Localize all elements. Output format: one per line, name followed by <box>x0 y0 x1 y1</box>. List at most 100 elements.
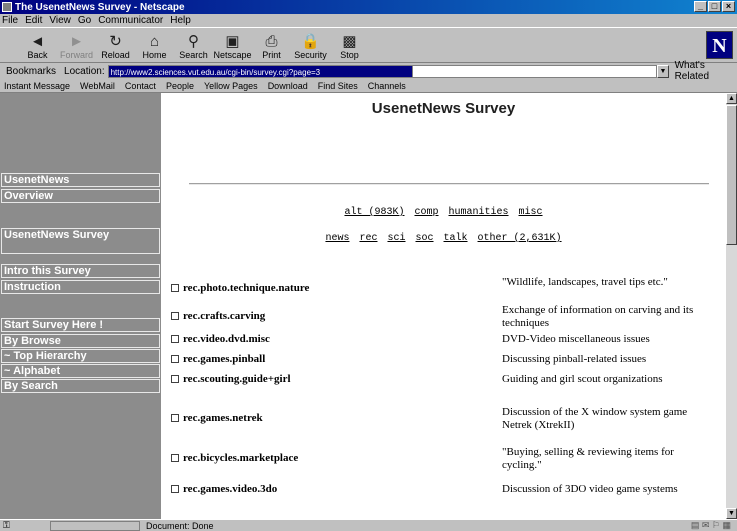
search-button[interactable]: ⚲ Search <box>174 28 213 62</box>
status-text: Document: Done <box>146 520 214 531</box>
progress-bar <box>50 520 140 531</box>
search-icon: ⚲ <box>188 33 199 50</box>
group-name: rec.games.pinball <box>183 353 266 365</box>
close-button[interactable]: × <box>722 1 735 12</box>
stop-icon: ▩ <box>342 33 357 50</box>
category-link-misc[interactable]: misc <box>519 207 543 218</box>
category-link-comp[interactable]: comp <box>414 207 438 218</box>
window-title: The UsenetNews Survey - Netscape <box>15 1 185 13</box>
component-bar-icons[interactable]: ▤ ✉ ⚐ ▦ <box>587 520 737 531</box>
group-checkbox[interactable] <box>171 355 179 363</box>
sidebar-item-usenetnews-survey[interactable]: UsenetNews Survey <box>1 228 160 254</box>
sidebar-item-alphabet[interactable]: ~ Alphabet <box>1 364 160 378</box>
personal-link-contact[interactable]: Contact <box>125 81 156 91</box>
group-description: "Wildlife, landscapes, travel tips etc." <box>502 276 668 288</box>
category-link-soc[interactable]: soc <box>416 233 434 244</box>
url-field[interactable]: http://www2.sciences.vut.edu.au/cgi-bin/… <box>107 64 414 78</box>
sidebar-item-top-hierarchy[interactable]: ~ Top Hierarchy <box>1 349 160 363</box>
sidebar-item-instruction[interactable]: Instruction <box>1 280 160 294</box>
scroll-thumb[interactable] <box>726 105 737 245</box>
vertical-scrollbar[interactable]: ▲ ▼ <box>726 93 737 519</box>
group-checkbox[interactable] <box>171 414 179 422</box>
category-link-humanities[interactable]: humanities <box>449 207 509 218</box>
netscape-logo[interactable]: N <box>706 31 733 59</box>
group-name: rec.video.dvd.misc <box>183 333 270 345</box>
sidebar-item-overview[interactable]: Overview <box>1 189 160 203</box>
menu-view[interactable]: View <box>49 15 71 26</box>
location-bar: Bookmarks Location: http://www2.sciences… <box>0 60 737 82</box>
group-row-label[interactable]: rec.photo.technique.nature <box>171 282 309 294</box>
group-row-label[interactable]: rec.games.pinball <box>171 353 265 365</box>
category-row-1: alt (983K) comp humanities misc <box>161 207 726 218</box>
group-checkbox[interactable] <box>171 454 179 462</box>
group-checkbox[interactable] <box>171 485 179 493</box>
minimize-button[interactable]: _ <box>694 1 707 12</box>
url-dropdown-button[interactable]: ▼ <box>657 64 669 78</box>
menu-go[interactable]: Go <box>78 15 91 26</box>
sidebar-item-by-search[interactable]: By Search <box>1 379 160 393</box>
group-name: rec.crafts.carving <box>183 310 266 322</box>
group-row-label[interactable]: rec.scouting.guide+girl <box>171 373 291 385</box>
stop-button[interactable]: ▩ Stop <box>330 28 369 62</box>
home-icon: ⌂ <box>149 33 160 50</box>
personal-link-yellow-pages[interactable]: Yellow Pages <box>204 81 258 91</box>
sidebar-item-by-browse[interactable]: By Browse <box>1 334 160 348</box>
category-link-alt[interactable]: alt (983K) <box>344 207 404 218</box>
security-status-icon[interactable]: ⚿ <box>0 520 50 531</box>
scroll-up-arrow-icon[interactable]: ▲ <box>726 93 737 104</box>
category-row-2: news rec sci soc talk other (2,631K) <box>161 233 726 244</box>
scroll-down-arrow-icon[interactable]: ▼ <box>726 508 737 519</box>
menu-communicator[interactable]: Communicator <box>98 15 163 26</box>
category-link-sci[interactable]: sci <box>387 233 405 244</box>
menu-edit[interactable]: Edit <box>25 15 42 26</box>
category-link-rec[interactable]: rec <box>359 233 377 244</box>
netscape-button[interactable]: ▣ Netscape <box>213 28 252 62</box>
print-button[interactable]: ⎙ Print <box>252 28 291 62</box>
group-name: rec.bicycles.marketplace <box>183 452 299 464</box>
group-checkbox[interactable] <box>171 375 179 383</box>
group-description: "Buying, selling & reviewing items for c… <box>502 446 674 471</box>
netscape-app-icon[interactable] <box>2 2 12 12</box>
personal-link-webmail[interactable]: WebMail <box>80 81 115 91</box>
personal-link-download[interactable]: Download <box>268 81 308 91</box>
group-checkbox[interactable] <box>171 284 179 292</box>
sidebar-item-usenetnews[interactable]: UsenetNews <box>1 173 160 187</box>
sidebar-item-start-survey-here[interactable]: Start Survey Here ! <box>1 318 160 332</box>
group-checkbox[interactable] <box>171 312 179 320</box>
security-lock-icon: 🔒 <box>301 33 320 50</box>
home-button[interactable]: ⌂ Home <box>135 28 174 62</box>
url-field-blank[interactable] <box>413 64 658 78</box>
toolbar-button-label: Forward <box>59 50 93 60</box>
sidebar-item-intro-this-survey[interactable]: Intro this Survey <box>1 264 160 278</box>
bookmarks-button[interactable]: Bookmarks <box>6 66 56 77</box>
menu-file[interactable]: File <box>2 15 18 26</box>
security-button[interactable]: 🔒 Security <box>291 28 330 62</box>
group-name: rec.scouting.guide+girl <box>183 373 291 385</box>
page-title: UsenetNews Survey <box>371 100 516 117</box>
back-button[interactable]: ◄ Back <box>18 28 57 62</box>
reload-icon: ↻ <box>109 33 122 50</box>
maximize-button[interactable]: □ <box>708 1 721 12</box>
category-link-other[interactable]: other (2,631K) <box>478 233 562 244</box>
personal-link-people[interactable]: People <box>166 81 194 91</box>
personal-link-channels[interactable]: Channels <box>368 81 406 91</box>
title-bar[interactable]: The UsenetNews Survey - Netscape _ □ × <box>0 0 737 14</box>
group-row-label[interactable]: rec.bicycles.marketplace <box>171 452 298 464</box>
reload-button[interactable]: ↻ Reload <box>96 28 135 62</box>
group-description: Exchange of information on carving and i… <box>502 304 694 329</box>
group-row-label[interactable]: rec.games.netrek <box>171 412 263 424</box>
menu-help[interactable]: Help <box>170 15 191 26</box>
print-icon: ⎙ <box>265 33 278 50</box>
personal-link-find-sites[interactable]: Find Sites <box>318 81 358 91</box>
toolbar-button-label: Reload <box>101 50 130 60</box>
group-description: Discussion of the X window system game N… <box>502 406 688 431</box>
personal-link-instant-message[interactable]: Instant Message <box>4 81 70 91</box>
group-row-label[interactable]: rec.games.video.3do <box>171 483 277 495</box>
category-link-news[interactable]: news <box>325 233 349 244</box>
group-row-label[interactable]: rec.video.dvd.misc <box>171 333 270 345</box>
forward-button[interactable]: ► Forward <box>57 28 96 62</box>
group-checkbox[interactable] <box>171 335 179 343</box>
group-description: Guiding and girl scout organizations <box>502 373 663 385</box>
category-link-talk[interactable]: talk <box>444 233 468 244</box>
group-row-label[interactable]: rec.crafts.carving <box>171 310 265 322</box>
